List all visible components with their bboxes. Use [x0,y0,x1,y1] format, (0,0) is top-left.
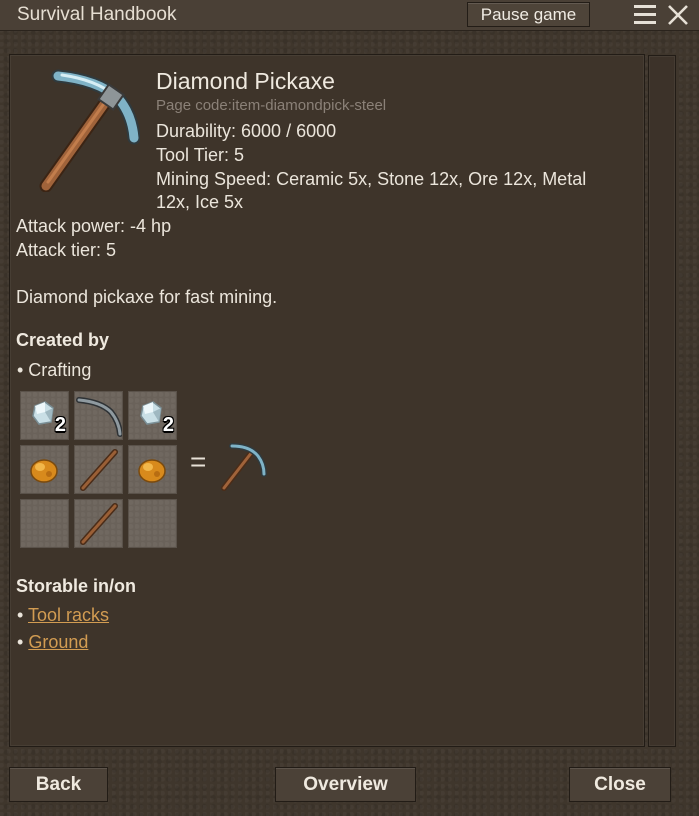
storable-heading: Storable in/on [16,576,137,596]
pickaxe-head-icon [76,397,123,437]
equals-sign: = [190,446,207,477]
slot-quantity: 2 [162,414,174,436]
grid-slot[interactable] [20,445,69,494]
grid-slot[interactable] [74,499,123,548]
bullet: • [17,632,24,652]
storable-list-item: • Tool racks [17,605,109,626]
item-title: Diamond Pickaxe [156,68,335,94]
item-description: Diamond pickaxe for fast mining. [16,287,278,307]
ground-link[interactable]: Ground [28,632,88,652]
created-by-heading: Created by [16,330,110,350]
grid-slot[interactable]: 2 [20,391,69,440]
close-icon[interactable] [666,3,690,27]
crafting-result-pickaxe-icon[interactable] [214,440,268,492]
diamond-pickaxe-icon [39,69,140,192]
grid-slot[interactable] [128,445,177,494]
durability-text: Durability: 6000 / 6000 [156,121,337,141]
title-bar: Survival Handbook Pause game [0,0,699,31]
stick-icon [80,503,118,545]
crafting-grid: 2 2 [20,391,179,549]
menu-icon[interactable] [634,5,656,25]
close-button[interactable]: Close [569,767,671,802]
grid-slot[interactable] [74,445,123,494]
grid-slot-empty[interactable] [20,499,69,548]
attack-tier-text: Attack tier: 5 [16,240,117,260]
stick-icon [80,449,118,491]
overview-button[interactable]: Overview [275,767,416,802]
mining-speed-text: Mining Speed: Ceramic 5x, Stone 12x, Ore… [156,169,587,189]
resin-icon [30,459,58,483]
tool-tier-text: Tool Tier: 5 [156,145,245,165]
resin-icon [138,459,166,483]
grid-slot-empty[interactable] [128,499,177,548]
scrollbar[interactable] [648,55,676,747]
back-button[interactable]: Back [9,767,108,802]
handbook-window: Survival Handbook Pause game Diamond Pic… [0,0,699,816]
bullet: • [17,605,24,625]
crafting-method: • Crafting [17,360,92,380]
storable-list-item: • Ground [17,632,88,653]
tool-racks-link[interactable]: Tool racks [28,605,109,625]
grid-slot[interactable]: 2 [128,391,177,440]
slot-quantity: 2 [54,414,66,436]
mining-speed-text-cont: 12x, Ice 5x [156,192,244,212]
page-code: Page code:item-diamondpick-steel [156,97,387,114]
attack-power-text: Attack power: -4 hp [16,216,172,236]
window-title: Survival Handbook [17,4,177,25]
grid-slot[interactable] [74,391,123,440]
pause-game-button[interactable]: Pause game [467,2,590,27]
